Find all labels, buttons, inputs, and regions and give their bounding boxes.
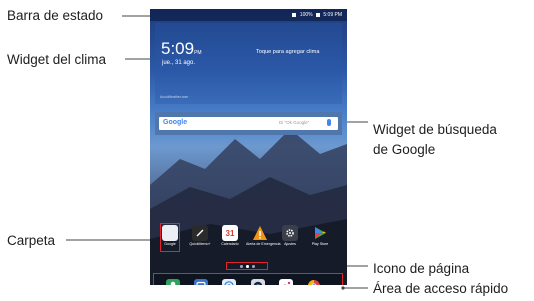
app-calendar[interactable]: 31 Calendario: [221, 225, 239, 247]
battery-icon: [315, 12, 320, 17]
calendar-icon: 31: [222, 225, 238, 241]
internet-icon[interactable]: [222, 279, 236, 285]
page-dot[interactable]: [240, 265, 243, 268]
app-label: Ajustes: [284, 242, 296, 246]
signal-icon: [292, 12, 297, 17]
callout-page-icon: Icono de página: [373, 261, 470, 276]
app-play-store[interactable]: Play Store: [312, 225, 328, 247]
callout-weather-widget: Widget del clima: [7, 52, 107, 67]
battery-level: 100%: [299, 12, 313, 18]
google-logo: Google: [163, 119, 188, 126]
status-time: 5:09 PM: [323, 12, 342, 18]
weather-hint[interactable]: Toque para agregar clima: [256, 49, 319, 55]
page-indicator[interactable]: [226, 262, 268, 270]
mic-icon[interactable]: [327, 119, 331, 126]
quickmemo-icon: [192, 225, 208, 241]
callout-search-widget-line2: de Google: [373, 142, 436, 157]
weather-ampm: PM: [194, 50, 202, 56]
app-label: Alerta de Emergencia: [246, 242, 281, 246]
google-search-widget[interactable]: Google Di "Ok Google": [155, 112, 342, 135]
google-folder-icon: [162, 225, 178, 241]
status-bar: 100% 5:09 PM: [150, 9, 347, 21]
callout-folder: Carpeta: [7, 233, 56, 248]
app-label: Google: [164, 242, 176, 246]
camera-icon[interactable]: [251, 279, 265, 285]
app-settings[interactable]: Ajustes: [282, 225, 298, 247]
callout-status-bar: Barra de estado: [7, 8, 104, 23]
search-placeholder: Di "Ok Google": [279, 120, 310, 125]
tablet-screen: 100% 5:09 PM 5:09PM jue., 31 ago. Toque …: [150, 9, 347, 285]
page-dot-active[interactable]: [246, 265, 249, 268]
callout-quick-access: Área de acceso rápido: [373, 281, 509, 296]
quick-access-dock: [153, 273, 343, 285]
callout-search-widget-line1: Widget de búsqueda: [373, 122, 497, 137]
play-store-icon: [312, 225, 328, 241]
callout-search-widget: Widget de búsqueda de Google: [373, 121, 497, 158]
weather-credit: AccuWeather.com: [160, 95, 189, 99]
settings-icon: [282, 225, 298, 241]
weather-widget[interactable]: 5:09PM jue., 31 ago. Toque para agregar …: [155, 23, 342, 104]
app-label: Play Store: [311, 242, 329, 246]
app-emergency-alert[interactable]: Alerta de Emergencia: [246, 225, 281, 247]
app-label: Calendario: [221, 242, 239, 246]
app-quickmemo[interactable]: QuickMemo+: [189, 225, 211, 247]
messaging-icon[interactable]: [194, 279, 208, 285]
contacts-icon[interactable]: [166, 279, 180, 285]
chrome-icon[interactable]: [307, 279, 321, 285]
gallery-icon[interactable]: [279, 279, 293, 285]
weather-time: 5:09PM: [161, 39, 202, 58]
page-dot[interactable]: [252, 265, 255, 268]
emergency-alert-icon: [252, 225, 268, 241]
app-label: QuickMemo+: [189, 242, 211, 246]
search-bar[interactable]: Google Di "Ok Google": [159, 117, 338, 130]
weather-date: jue., 31 ago.: [162, 60, 196, 66]
app-google-folder[interactable]: Google: [162, 225, 178, 247]
